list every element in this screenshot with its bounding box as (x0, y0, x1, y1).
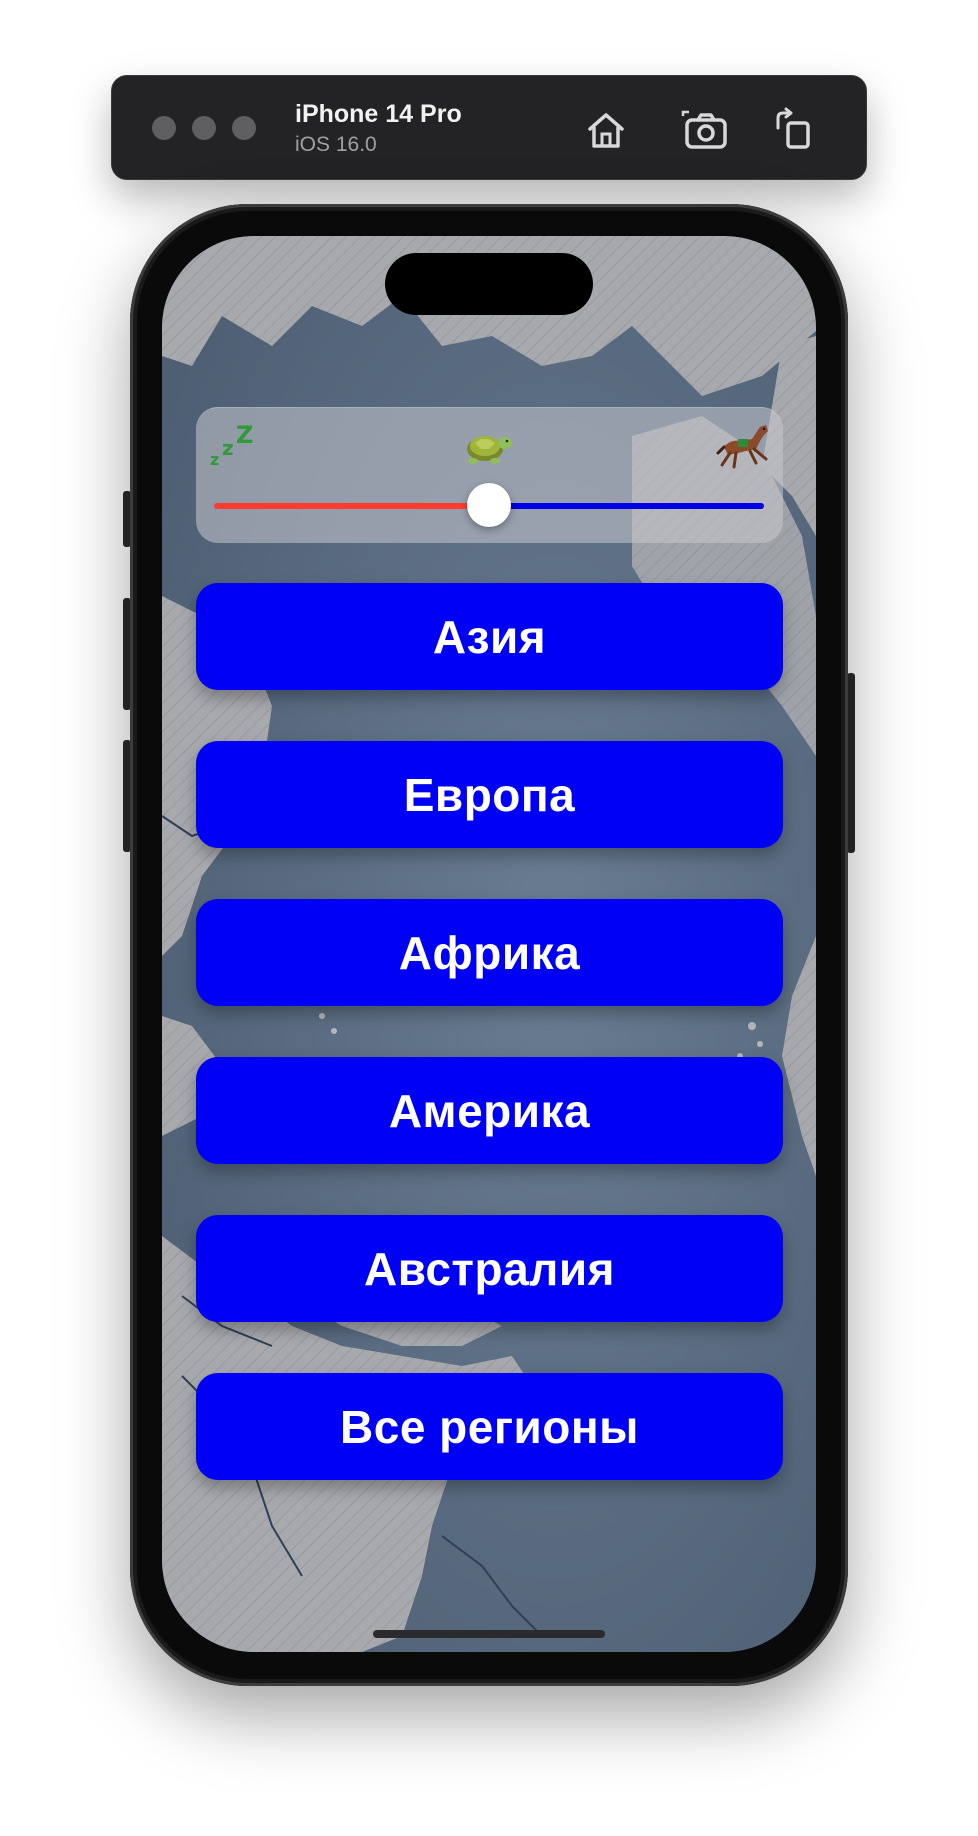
region-button-australia[interactable]: Австралия (196, 1215, 783, 1322)
simulator-toolbar: iPhone 14 Pro iOS 16.0 (111, 75, 867, 180)
device-name: iPhone 14 Pro (295, 100, 462, 128)
speed-control-panel: z z Z (196, 407, 783, 543)
region-button-europe[interactable]: Европа (196, 741, 783, 848)
svg-text:z: z (222, 436, 234, 460)
turtle-icon (467, 436, 512, 464)
speed-slider[interactable] (214, 483, 764, 527)
dynamic-island (385, 253, 593, 315)
power-button (847, 673, 855, 853)
region-button-america[interactable]: Америка (196, 1057, 783, 1164)
rotate-icon[interactable] (770, 106, 818, 154)
window-minimize-button[interactable] (192, 116, 216, 140)
svg-text:z: z (210, 450, 219, 469)
horse-icon (716, 425, 768, 469)
slider-min-track (214, 503, 489, 509)
slider-max-track (489, 503, 764, 509)
svg-text:Z: Z (236, 421, 253, 449)
home-icon[interactable] (582, 106, 630, 154)
os-version: iOS 16.0 (295, 133, 377, 156)
sleep-zzz-icon: z z Z (210, 421, 253, 469)
region-button-asia[interactable]: Азия (196, 583, 783, 690)
window-zoom-button[interactable] (232, 116, 256, 140)
region-button-africa[interactable]: Африка (196, 899, 783, 1006)
window-close-button[interactable] (152, 116, 176, 140)
slider-thumb[interactable] (467, 483, 511, 527)
home-indicator[interactable] (373, 1630, 605, 1638)
region-button-all[interactable]: Все регионы (196, 1373, 783, 1480)
device-screen: z z Z Азия Европа Африка Америка Австрал… (162, 236, 816, 1652)
screenshot-icon[interactable] (681, 106, 729, 154)
